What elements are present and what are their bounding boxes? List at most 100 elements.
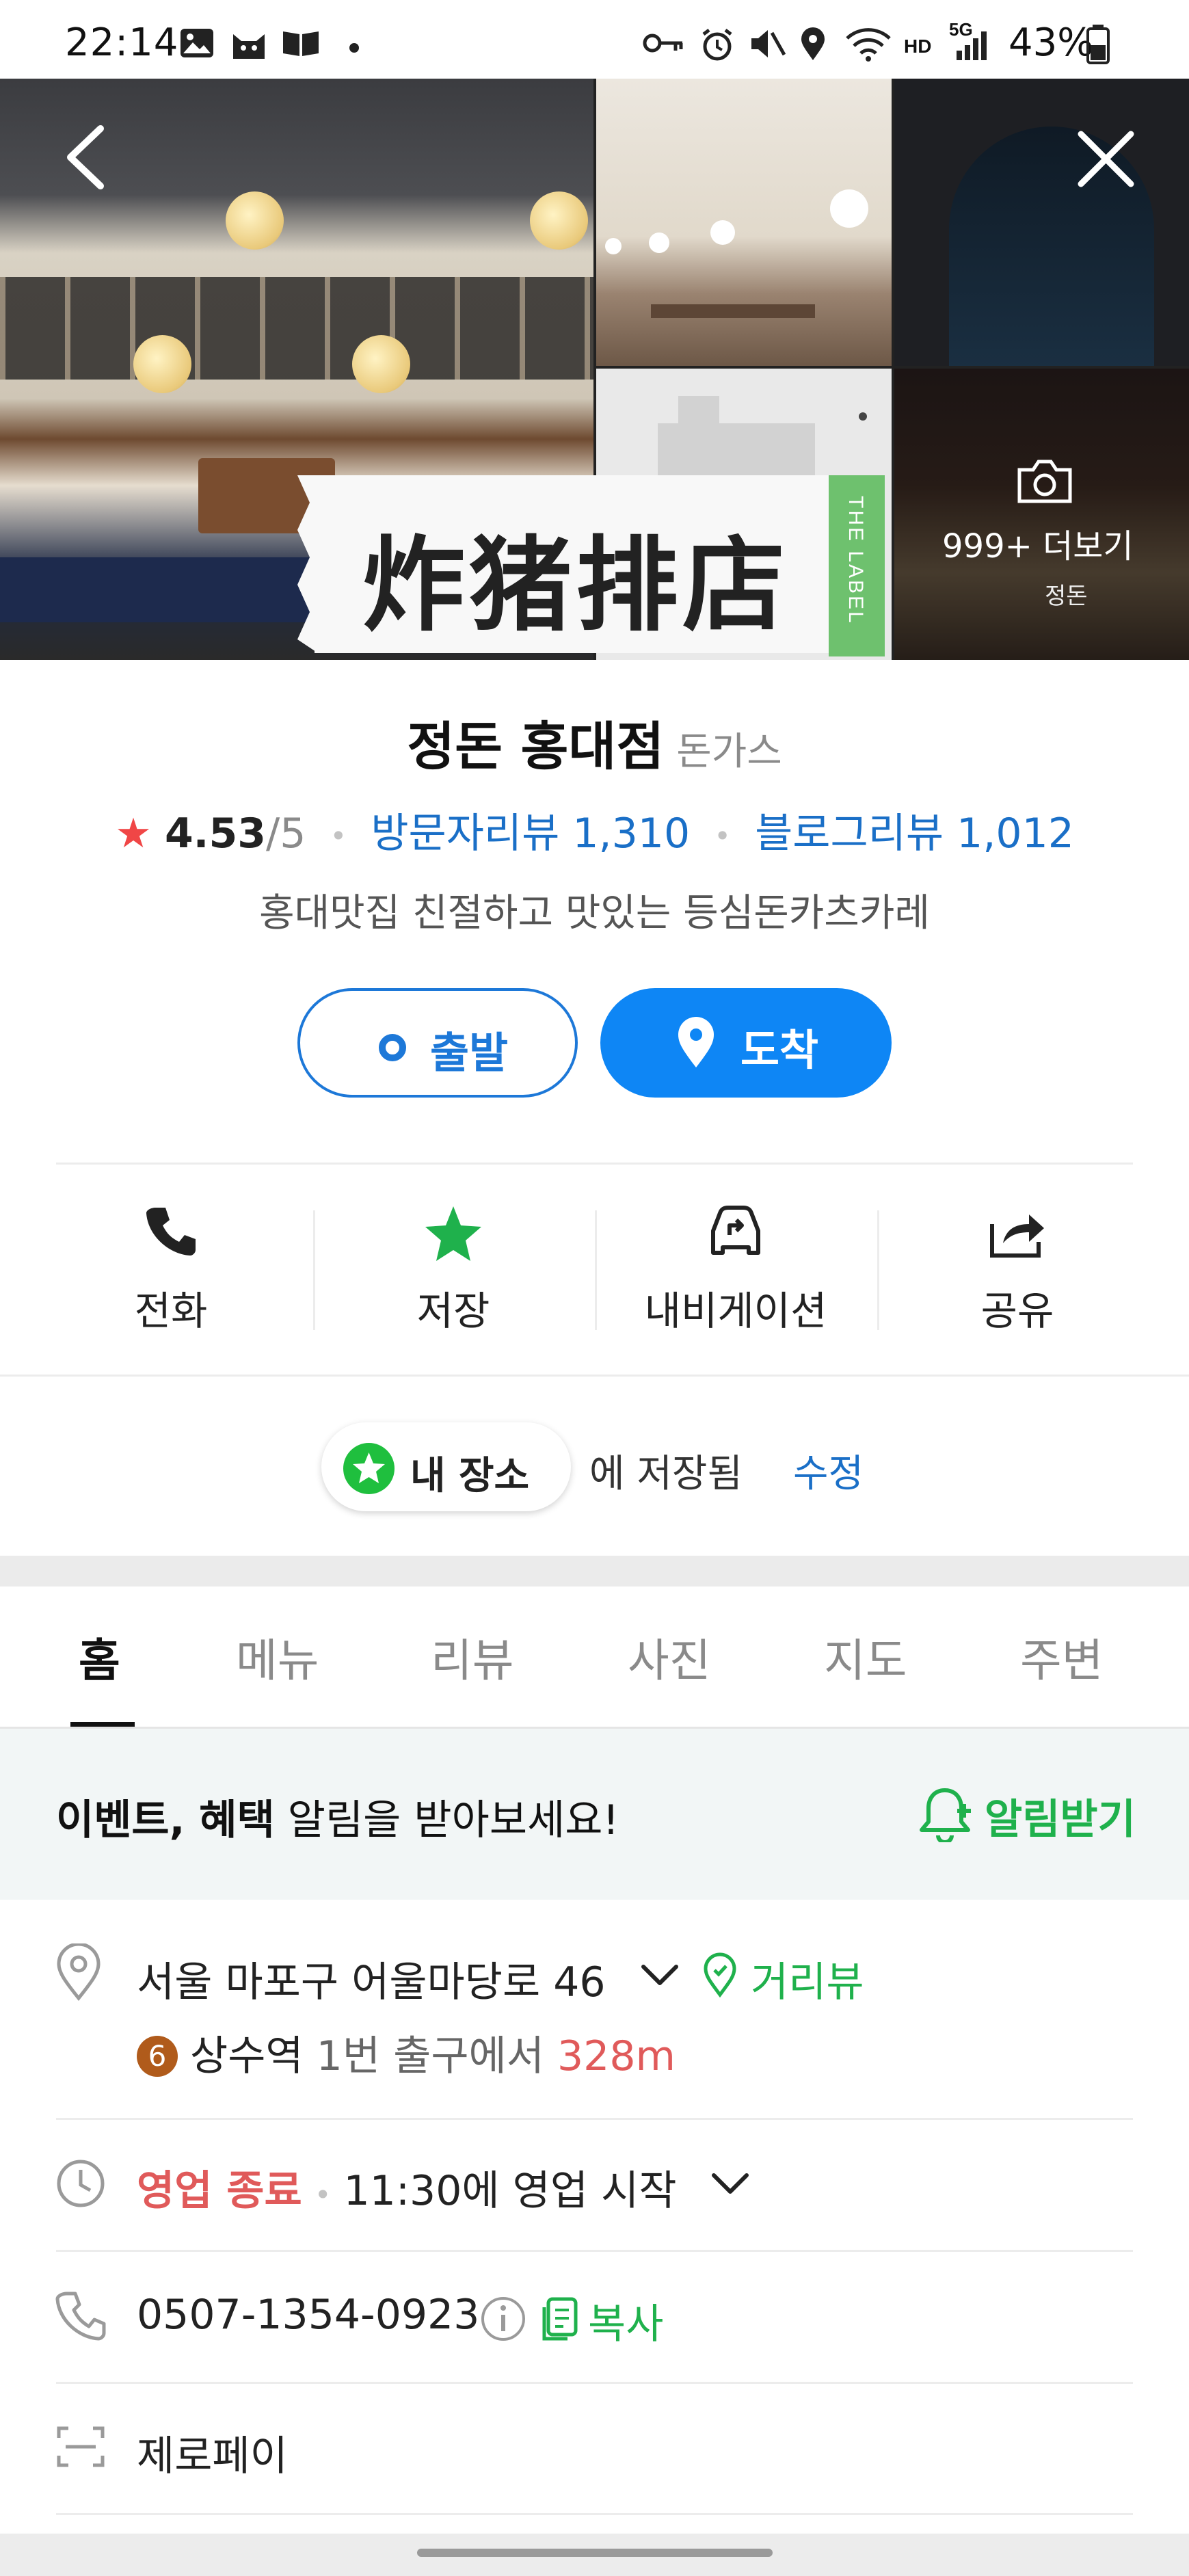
call-action[interactable]: 전화 xyxy=(27,1176,315,1334)
arrive-route-button[interactable]: 도착 xyxy=(600,988,892,1098)
place-name: 정돈 홍대점 xyxy=(407,716,665,777)
book-icon xyxy=(280,27,321,62)
more-photos-label: 999+ 더보기 xyxy=(942,527,1134,566)
chevron-down-icon xyxy=(712,2173,749,2194)
exit-text: 1번 출구에서 xyxy=(303,2032,557,2080)
tab-home[interactable]: 홈 xyxy=(79,1624,120,1690)
camera-icon xyxy=(1014,457,1076,508)
arrive-route-label: 도착 xyxy=(740,1025,819,1075)
tab-menu[interactable]: 메뉴 xyxy=(236,1624,319,1690)
saved-list-chip[interactable]: 내 장소 xyxy=(321,1422,571,1511)
copy-icon xyxy=(542,2296,580,2344)
wifi-icon xyxy=(844,27,892,64)
status-bar: 22:14 HD 5G 43% xyxy=(0,0,1189,79)
location-icon xyxy=(799,27,827,64)
battery-icon xyxy=(1086,25,1110,67)
chevron-left-icon xyxy=(67,125,104,189)
saved-star-icon xyxy=(343,1443,395,1494)
home-indicator[interactable] xyxy=(417,2549,773,2557)
business-status: 영업 종료 xyxy=(137,2167,302,2215)
subway-line-badge: 6 xyxy=(137,2036,178,2077)
street-view-pin-icon xyxy=(703,1952,737,2000)
origin-dot-icon xyxy=(379,1034,406,1061)
subway-directions: 6 상수역 1번 출구에서 328m xyxy=(137,2023,676,2082)
tab-nearby[interactable]: 주변 xyxy=(1020,1624,1103,1690)
rating-max: /5 xyxy=(265,810,306,858)
star-icon xyxy=(310,1204,597,1265)
blog-reviews-link[interactable]: 블로그리뷰 1,012 xyxy=(755,810,1074,858)
notification-banner: 이벤트, 혜택 알림을 받아보세요! 알림받기 xyxy=(0,1729,1189,1900)
call-label: 전화 xyxy=(134,1288,208,1334)
phone-icon xyxy=(27,1204,315,1265)
status-time: 22:14 xyxy=(65,21,179,65)
section-gap xyxy=(0,1556,1189,1586)
battery-percent: 43% xyxy=(1008,21,1094,65)
tab-reviews[interactable]: 리뷰 xyxy=(431,1624,513,1690)
phone-outline-icon xyxy=(55,2289,107,2344)
destination-pin-icon xyxy=(676,1017,717,1072)
info-icon[interactable] xyxy=(479,2294,528,2346)
rating-row: ★ 4.53/5 • 방문자리뷰 1,310 • 블로그리뷰 1,012 xyxy=(115,810,1074,858)
more-photos-button[interactable]: 999+ 더보기 xyxy=(894,369,1189,660)
phone-number[interactable]: 0507-1354-0923 xyxy=(137,2291,479,2339)
location-pin-icon xyxy=(55,1942,103,2004)
zeropay-label: 제로페이 xyxy=(137,2432,288,2480)
subscribe-alerts-label: 알림받기 xyxy=(985,1796,1136,1844)
notification-dot-icon xyxy=(349,42,360,56)
gallery-icon xyxy=(179,27,215,62)
active-tab-indicator xyxy=(70,1722,135,1727)
gesture-bar xyxy=(0,2534,1189,2576)
business-hours[interactable]: 영업 종료 • 11:30에 영업 시작 xyxy=(137,2157,677,2217)
notification-text: 이벤트, 혜택 알림을 받아보세요! xyxy=(56,1796,619,1844)
rating-star-icon: ★ xyxy=(115,810,152,858)
share-label: 공유 xyxy=(980,1288,1054,1334)
station-name: 상수역 xyxy=(190,2032,304,2080)
divider xyxy=(0,1375,1189,1377)
save-action[interactable]: 저장 xyxy=(310,1176,597,1334)
rating-score: 4.53 xyxy=(164,810,266,858)
place-description: 홍대맛집 친절하고 맛있는 등심돈카츠카레 xyxy=(259,891,930,935)
hd-label: HD xyxy=(904,36,932,57)
start-route-label: 출발 xyxy=(430,1028,509,1078)
address-expand-button[interactable] xyxy=(639,1961,680,1991)
edit-saved-link[interactable]: 수정 xyxy=(793,1443,864,1498)
navigation-action[interactable]: 내비게이션 xyxy=(592,1176,879,1334)
photo-caption-overlay: 炸猪排店 xyxy=(297,475,829,653)
back-button[interactable] xyxy=(58,123,113,194)
saved-status-text: 에 저장됨 xyxy=(589,1452,743,1496)
interior-photo[interactable] xyxy=(596,79,892,366)
car-navigation-icon xyxy=(592,1204,879,1265)
vertical-tag: THE LABEL xyxy=(829,475,885,656)
close-button[interactable] xyxy=(1077,130,1135,191)
tab-photos[interactable]: 사진 xyxy=(628,1624,710,1690)
photo-caption-text: 炸猪排店 xyxy=(362,527,790,646)
place-title: 정돈 홍대점 돈가스 xyxy=(0,704,1189,780)
start-route-button[interactable]: 출발 xyxy=(297,988,578,1098)
key-icon xyxy=(643,27,685,62)
entrance-photo[interactable] xyxy=(894,79,1189,366)
save-label: 저장 xyxy=(416,1288,490,1334)
bell-plus-icon xyxy=(916,1785,974,1845)
visitor-reviews-link[interactable]: 방문자리뷰 1,310 xyxy=(371,810,690,858)
cat-app-icon xyxy=(229,27,269,63)
saved-list-name: 내 장소 xyxy=(410,1454,530,1498)
copy-phone-button[interactable]: 복사 xyxy=(588,2291,663,2350)
opening-time: 11:30에 영업 시작 xyxy=(343,2167,677,2215)
chevron-down-icon xyxy=(641,1965,678,1985)
divider xyxy=(56,1163,1133,1165)
clock-icon xyxy=(55,2157,107,2212)
alarm-icon xyxy=(699,27,735,64)
place-category: 돈가스 xyxy=(676,730,782,774)
share-icon xyxy=(874,1204,1161,1265)
navigation-label: 내비게이션 xyxy=(644,1288,827,1334)
share-action[interactable]: 공유 xyxy=(874,1176,1161,1334)
close-icon xyxy=(1078,131,1134,187)
hours-expand-button[interactable] xyxy=(710,2170,751,2200)
street-view-link[interactable]: 거리뷰 xyxy=(751,1949,864,2008)
distance: 328m xyxy=(557,2032,676,2080)
signal-icon xyxy=(954,27,995,64)
mute-icon xyxy=(749,27,787,63)
tab-map[interactable]: 지도 xyxy=(824,1624,907,1690)
address-text: 서울 마포구 어울마당로 46 xyxy=(137,1958,606,2006)
scan-pay-icon xyxy=(55,2424,107,2472)
